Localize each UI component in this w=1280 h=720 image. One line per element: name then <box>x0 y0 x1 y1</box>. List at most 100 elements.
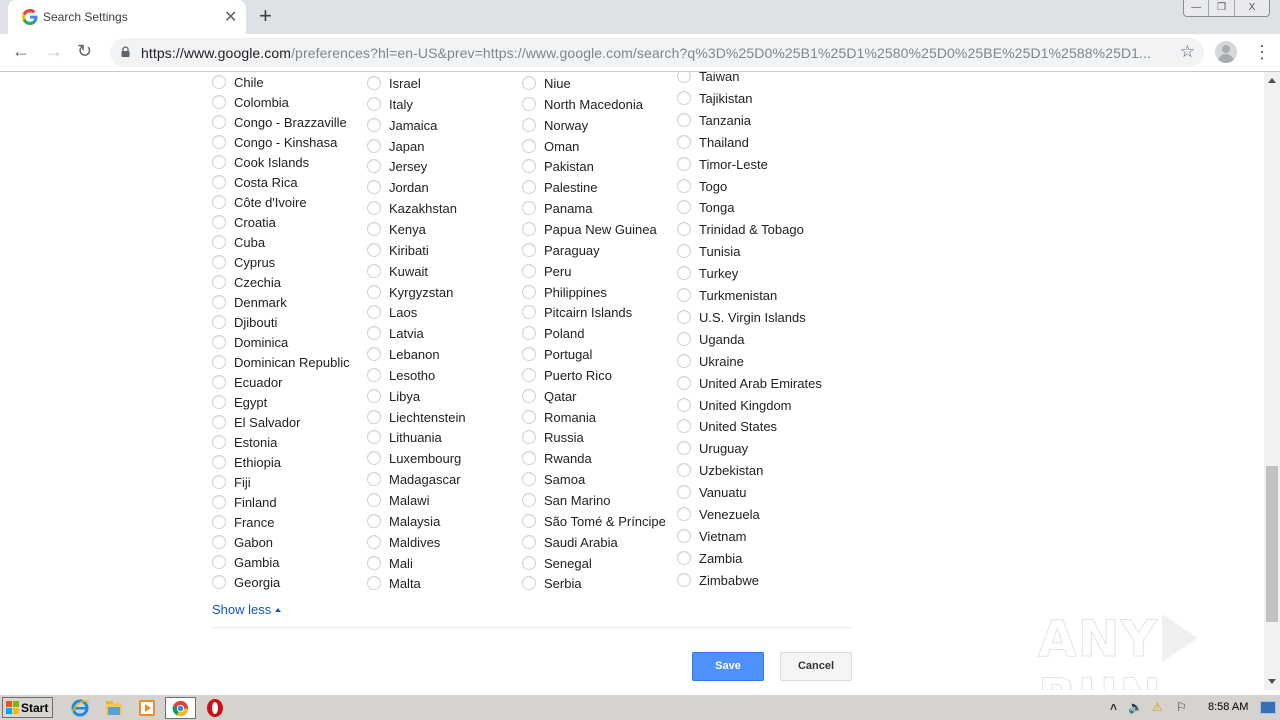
radio-button[interactable] <box>522 326 536 341</box>
vertical-scrollbar[interactable] <box>1264 72 1280 690</box>
scroll-down-icon[interactable] <box>1268 679 1276 684</box>
radio-button[interactable] <box>522 347 536 362</box>
radio-button[interactable] <box>212 495 226 509</box>
radio-button[interactable] <box>367 159 381 174</box>
radio-button[interactable] <box>212 335 226 349</box>
radio-button[interactable] <box>212 155 226 169</box>
radio-button[interactable] <box>367 347 381 362</box>
forward-arrow-icon[interactable]: → <box>45 41 63 62</box>
radio-button[interactable] <box>522 180 536 195</box>
close-window-button[interactable]: X <box>1235 0 1269 16</box>
radio-button[interactable] <box>212 395 226 409</box>
tab-search-settings[interactable]: Search Settings ✕ <box>8 0 246 34</box>
radio-button[interactable] <box>367 430 381 445</box>
radio-button[interactable] <box>522 96 536 111</box>
radio-button[interactable] <box>212 355 226 369</box>
radio-button[interactable] <box>367 96 381 111</box>
internet-explorer-icon[interactable] <box>70 698 90 718</box>
scrollbar-thumb[interactable] <box>1266 466 1278 622</box>
radio-button[interactable] <box>367 76 381 90</box>
radio-button[interactable] <box>677 331 691 346</box>
close-tab-icon[interactable]: ✕ <box>224 7 237 27</box>
radio-button[interactable] <box>677 550 691 565</box>
show-desktop-button[interactable] <box>1260 701 1276 714</box>
radio-button[interactable] <box>522 242 536 257</box>
radio-button[interactable] <box>212 255 226 269</box>
radio-button[interactable] <box>367 326 381 341</box>
radio-button[interactable] <box>522 513 536 528</box>
radio-button[interactable] <box>212 95 226 109</box>
radio-button[interactable] <box>677 528 691 543</box>
radio-button[interactable] <box>212 415 226 429</box>
radio-button[interactable] <box>367 221 381 236</box>
volume-icon[interactable]: 🔈 <box>1128 700 1143 714</box>
start-button[interactable]: Start <box>2 697 53 718</box>
radio-button[interactable] <box>212 375 226 389</box>
radio-button[interactable] <box>212 215 226 229</box>
radio-button[interactable] <box>677 200 691 215</box>
show-hidden-icons[interactable]: ˄ <box>1110 700 1117 714</box>
radio-button[interactable] <box>367 367 381 382</box>
radio-button[interactable] <box>677 353 691 368</box>
radio-button[interactable] <box>677 485 691 500</box>
radio-button[interactable] <box>367 388 381 403</box>
opera-icon[interactable] <box>205 698 225 718</box>
radio-button[interactable] <box>677 441 691 456</box>
save-button[interactable]: Save <box>692 652 764 681</box>
radio-button[interactable] <box>522 284 536 299</box>
radio-button[interactable] <box>677 112 691 127</box>
radio-button[interactable] <box>212 475 226 489</box>
cancel-button[interactable]: Cancel <box>780 652 852 681</box>
radio-button[interactable] <box>522 201 536 216</box>
radio-button[interactable] <box>367 451 381 466</box>
media-player-icon[interactable] <box>137 698 157 718</box>
radio-button[interactable] <box>522 117 536 132</box>
radio-button[interactable] <box>212 75 226 89</box>
radio-button[interactable] <box>212 455 226 469</box>
url-text[interactable]: https://www.google.com/preferences?hl=en… <box>141 45 1151 61</box>
radio-button[interactable] <box>367 263 381 278</box>
restore-button[interactable]: ❐ <box>1209 0 1235 16</box>
scroll-up-icon[interactable] <box>1268 78 1276 83</box>
radio-button[interactable] <box>367 555 381 570</box>
radio-button[interactable] <box>367 472 381 487</box>
profile-avatar[interactable] <box>1215 41 1237 63</box>
radio-button[interactable] <box>677 375 691 390</box>
radio-button[interactable] <box>212 235 226 249</box>
radio-button[interactable] <box>677 90 691 105</box>
minimize-button[interactable]: — <box>1184 0 1210 16</box>
radio-button[interactable] <box>677 134 691 149</box>
radio-button[interactable] <box>522 305 536 320</box>
radio-button[interactable] <box>677 288 691 302</box>
network-warning-icon[interactable]: ⚠ <box>1152 700 1163 714</box>
radio-button[interactable] <box>522 388 536 403</box>
radio-button[interactable] <box>367 284 381 299</box>
action-center-flag-icon[interactable]: ⚐ <box>1176 700 1187 714</box>
radio-button[interactable] <box>367 534 381 549</box>
radio-button[interactable] <box>522 159 536 174</box>
radio-button[interactable] <box>212 435 226 449</box>
radio-button[interactable] <box>367 117 381 132</box>
radio-button[interactable] <box>677 507 691 521</box>
show-less-link[interactable]: Show less <box>212 602 282 617</box>
back-arrow-icon[interactable]: ← <box>12 41 30 62</box>
radio-button[interactable] <box>212 295 226 309</box>
radio-button[interactable] <box>522 409 536 424</box>
radio-button[interactable] <box>522 555 536 570</box>
radio-button[interactable] <box>212 535 226 549</box>
radio-button[interactable] <box>677 244 691 259</box>
radio-button[interactable] <box>212 575 226 589</box>
radio-button[interactable] <box>677 463 691 478</box>
radio-button[interactable] <box>367 513 381 528</box>
radio-button[interactable] <box>677 72 691 83</box>
radio-button[interactable] <box>677 222 691 237</box>
chrome-taskbar-button[interactable] <box>165 697 196 719</box>
radio-button[interactable] <box>367 576 381 591</box>
radio-button[interactable] <box>522 430 536 445</box>
radio-button[interactable] <box>367 305 381 320</box>
radio-button[interactable] <box>367 409 381 424</box>
clock[interactable]: 8:58 AM <box>1208 701 1248 713</box>
radio-button[interactable] <box>677 178 691 193</box>
radio-button[interactable] <box>522 221 536 236</box>
radio-button[interactable] <box>367 242 381 257</box>
